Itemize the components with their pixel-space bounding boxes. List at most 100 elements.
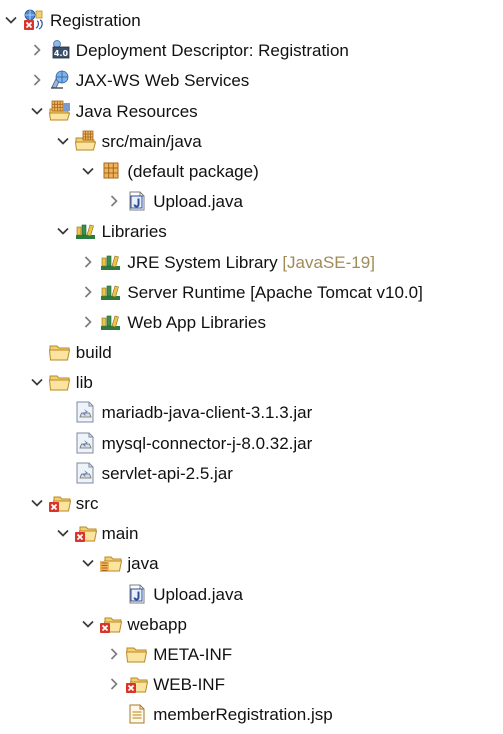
folder-icon	[48, 341, 72, 363]
tree-item-text: src/main/java	[101, 131, 202, 151]
library-icon	[99, 311, 123, 333]
tree-item-text: webapp	[127, 614, 187, 634]
chevron-down-icon[interactable]	[55, 222, 71, 240]
folder-icon	[125, 643, 149, 665]
jar-icon	[74, 401, 98, 423]
tree-item-text: Registration	[50, 11, 141, 30]
tree-item[interactable]: Libraries	[0, 217, 503, 247]
tree-item-text: lib	[75, 373, 93, 393]
tree-item[interactable]: Java Resources	[0, 97, 503, 127]
tree-item-text: java	[127, 554, 159, 574]
tree-item-text: Web App Libraries	[127, 312, 266, 332]
tree-item[interactable]: memberRegistration.jsp	[0, 700, 503, 730]
folder-java-icon	[99, 552, 123, 574]
chevron-down-icon[interactable]	[80, 554, 96, 572]
tree-item-label: mysql-connector-j-8.0.32.jar	[102, 433, 313, 455]
chevron-right-icon[interactable]	[29, 41, 45, 59]
tree-item-text: JAX-WS Web Services	[75, 71, 250, 91]
chevron-down-icon[interactable]	[29, 102, 45, 120]
tree-item[interactable]: main	[0, 519, 503, 549]
tree-item-label: JAX-WS Web Services	[76, 70, 250, 92]
chevron-right-icon[interactable]	[80, 253, 96, 271]
tree-item-text: Upload.java	[153, 584, 243, 604]
chevron-right-icon[interactable]	[106, 192, 122, 210]
tree-item-text: build	[75, 343, 112, 363]
tree-item[interactable]: mysql-connector-j-8.0.32.jar	[0, 429, 503, 459]
tree-item[interactable]: servlet-api-2.5.jar	[0, 459, 503, 489]
folder-error-icon	[99, 613, 123, 635]
chevron-down-icon[interactable]	[29, 373, 45, 391]
tree-item[interactable]: Registration	[0, 6, 503, 36]
chevron-down-icon[interactable]	[29, 494, 45, 512]
tree-item-label: Java Resources	[76, 101, 198, 123]
library-icon	[99, 251, 123, 273]
tree-item-label: main	[102, 523, 139, 545]
chevron-right-icon[interactable]	[106, 645, 122, 663]
tree-item[interactable]: lib	[0, 368, 503, 398]
tree-item[interactable]: JAX-WS Web Services	[0, 66, 503, 96]
tree-item-text: memberRegistration.jsp	[153, 705, 333, 725]
tree-item-label: build	[76, 342, 112, 364]
tree-item[interactable]: Upload.java	[0, 580, 503, 610]
tree-item-label: webapp	[127, 614, 187, 636]
tree-item[interactable]: build	[0, 338, 503, 368]
tree-item-text: JRE System Library	[127, 252, 278, 272]
tree-item-label: META-INF	[153, 644, 232, 666]
chevron-right-icon[interactable]	[80, 283, 96, 301]
chevron-right-icon[interactable]	[80, 313, 96, 331]
tree-item[interactable]: webapp	[0, 610, 503, 640]
project-explorer-tree: Registration 4.0 Deployment Descriptor: …	[0, 6, 503, 731]
tree-item-label: Deployment Descriptor: Registration	[76, 40, 349, 62]
tree-item-label: java	[127, 553, 158, 575]
svg-text:4.0: 4.0	[54, 49, 69, 58]
tree-item-text: Java Resources	[75, 101, 198, 121]
tree-item-label: (default package)	[127, 161, 258, 183]
tree-item[interactable]: Web App Libraries	[0, 308, 503, 338]
tree-item-label: Upload.java	[153, 191, 243, 213]
tree-item-label: Web App Libraries	[127, 312, 266, 334]
tree-item-text: Libraries	[101, 222, 167, 242]
source-folder-icon	[74, 130, 98, 152]
libraries-icon	[74, 220, 98, 242]
chevron-down-icon[interactable]	[80, 162, 96, 180]
tree-item[interactable]: mariadb-java-client-3.1.3.jar	[0, 398, 503, 428]
chevron-down-icon[interactable]	[55, 524, 71, 542]
tree-item[interactable]: 4.0 Deployment Descriptor: Registration	[0, 36, 503, 66]
tree-item[interactable]: Server Runtime [Apache Tomcat v10.0]	[0, 278, 503, 308]
jar-icon	[74, 432, 98, 454]
chevron-right-icon[interactable]	[29, 71, 45, 89]
tree-item[interactable]: src	[0, 489, 503, 519]
jsp-file-icon	[125, 703, 149, 725]
tree-item-label: mariadb-java-client-3.1.3.jar	[102, 402, 313, 424]
tree-item[interactable]: JRE System Library [JavaSE-19]	[0, 248, 503, 278]
tree-item-label: Upload.java	[153, 584, 243, 606]
tree-item-text: (default package)	[127, 161, 259, 181]
chevron-down-icon[interactable]	[55, 132, 71, 150]
library-icon	[99, 281, 123, 303]
tree-item[interactable]: java	[0, 549, 503, 579]
tree-item[interactable]: WEB-INF	[0, 670, 503, 700]
package-icon	[99, 160, 123, 182]
tree-item-label: WEB-INF	[153, 674, 225, 696]
folder-error-icon	[48, 492, 72, 514]
chevron-right-icon[interactable]	[106, 675, 122, 693]
tree-item[interactable]: (default package)	[0, 157, 503, 187]
tree-item-text: Deployment Descriptor: Registration	[75, 41, 349, 61]
java-file-icon	[125, 190, 149, 212]
tree-item-label: src/main/java	[102, 131, 202, 153]
tree-item[interactable]: Upload.java	[0, 187, 503, 217]
tree-item-text: main	[101, 524, 139, 544]
jar-icon	[74, 462, 98, 484]
tree-item[interactable]: META-INF	[0, 640, 503, 670]
tree-item-text: WEB-INF	[153, 675, 225, 695]
chevron-down-icon[interactable]	[3, 11, 19, 29]
tree-item-text: Server Runtime [Apache Tomcat v10.0]	[127, 282, 423, 302]
folder-error-icon	[125, 673, 149, 695]
tree-item-text: src	[75, 494, 99, 513]
tree-item[interactable]: src/main/java	[0, 127, 503, 157]
tree-item-decoration: [JavaSE-19]	[282, 252, 375, 272]
tree-item-text: servlet-api-2.5.jar	[101, 463, 233, 483]
folder-error-icon	[74, 522, 98, 544]
chevron-down-icon[interactable]	[80, 615, 96, 633]
tree-item-label: Server Runtime [Apache Tomcat v10.0]	[127, 282, 422, 304]
